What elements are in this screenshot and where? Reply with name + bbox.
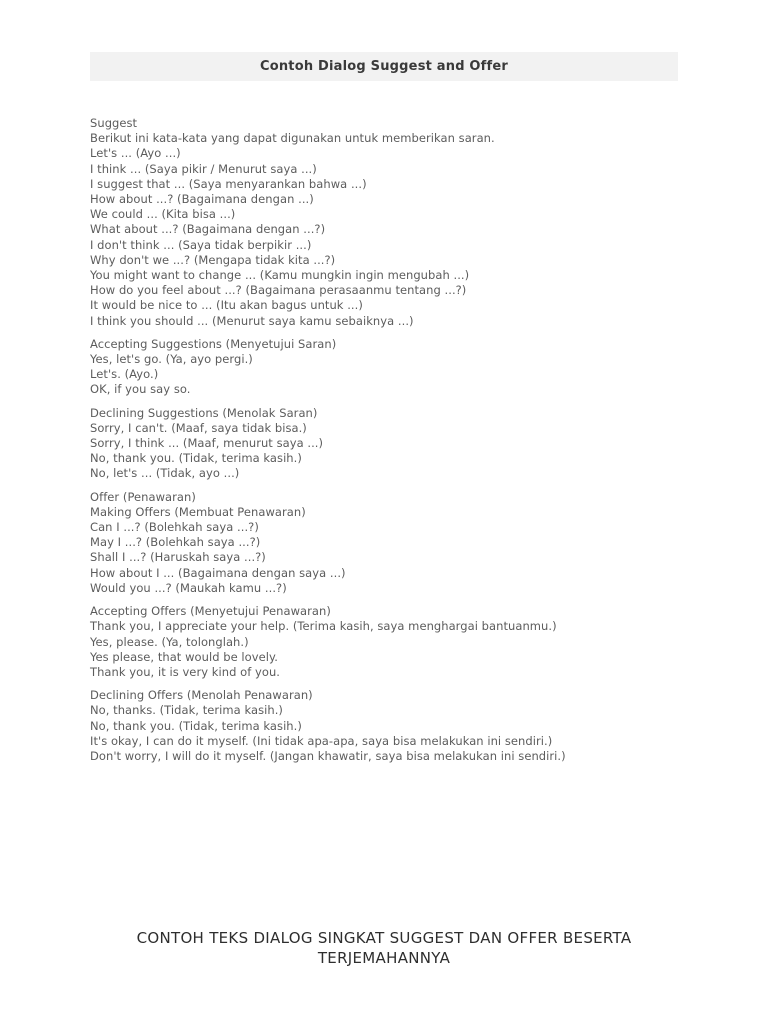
suggest-section: Suggest Berikut ini kata-kata yang dapat …	[90, 116, 690, 329]
section-heading: Declining Offers (Menolah Penawaran)	[90, 688, 313, 703]
text-line: Don't worry, I will do it myself. (Janga…	[90, 748, 566, 763]
text-line: Thank you, I appreciate your help. (Teri…	[90, 619, 557, 634]
accepting-suggestions-section: Accepting Suggestions (Menyetujui Saran)…	[90, 337, 690, 398]
text-line: No, thanks. (Tidak, terima kasih.)	[90, 703, 283, 718]
text-line: Let's ... (Ayo ...)	[90, 146, 181, 161]
text-line: How about I ... (Bagaimana dengan saya .…	[90, 565, 346, 580]
caption-line: CONTOH TEKS DIALOG SINGKAT SUGGEST DAN O…	[136, 929, 632, 947]
text-line: Would you ...? (Maukah kamu ...?)	[90, 580, 287, 595]
text-line: Yes, let's go. (Ya, ayo pergi.)	[90, 352, 253, 367]
section-heading: Accepting Offers (Menyetujui Penawaran)	[90, 604, 331, 619]
section-heading: Offer (Penawaran)	[90, 489, 196, 504]
document-page: Contoh Dialog Suggest and Offer Suggest B…	[0, 0, 768, 1024]
text-line: Let's. (Ayo.)	[90, 367, 159, 382]
offer-section: Offer (Penawaran) Making Offers (Membuat …	[90, 490, 690, 596]
text-line: It would be nice to ... (Itu akan bagus …	[90, 298, 363, 313]
caption-line: TERJEMAHANNYA	[317, 949, 451, 967]
declining-offers-section: Declining Offers (Menolah Penawaran) No, …	[90, 688, 690, 764]
text-line: I think you should ... (Menurut saya kam…	[90, 313, 414, 328]
text-line: How do you feel about ...? (Bagaimana pe…	[90, 283, 467, 298]
text-line: Why don't we ...? (Mengapa tidak kita ..…	[90, 252, 336, 267]
section-heading: Accepting Suggestions (Menyetujui Saran)	[90, 336, 337, 351]
text-line: What about ...? (Bagaimana dengan ...?)	[90, 222, 326, 237]
page-title: Contoh Dialog Suggest and Offer	[259, 59, 509, 74]
text-line: Berikut ini kata-kata yang dapat digunak…	[90, 131, 495, 146]
section-heading: Declining Suggestions (Menolak Saran)	[90, 405, 318, 420]
text-line: Can I ...? (Bolehkah saya ...?)	[90, 520, 259, 535]
document-caption: CONTOH TEKS DIALOG SINGKAT SUGGEST DAN O…	[90, 928, 678, 968]
text-line: Sorry, I think ... (Maaf, menurut saya .…	[90, 436, 324, 451]
text-line: I suggest that ... (Saya menyarankan bah…	[90, 176, 367, 191]
section-heading: Suggest	[90, 116, 138, 130]
accepting-offers-section: Accepting Offers (Menyetujui Penawaran) T…	[90, 604, 690, 680]
text-line: No, thank you. (Tidak, terima kasih.)	[90, 718, 302, 733]
text-line: No, thank you. (Tidak, terima kasih.)	[90, 451, 302, 466]
document-header-band: Contoh Dialog Suggest and Offer	[90, 52, 678, 81]
text-line: Sorry, I can't. (Maaf, saya tidak bisa.)	[90, 420, 307, 435]
text-line: OK, if you say so.	[90, 382, 191, 397]
text-line: May I ...? (Bolehkah saya ...?)	[90, 535, 261, 550]
text-line: No, let's ... (Tidak, ayo ...)	[90, 466, 240, 481]
text-line: It's okay, I can do it myself. (Ini tida…	[90, 733, 553, 748]
document-body: Suggest Berikut ini kata-kata yang dapat …	[90, 116, 690, 764]
text-line: Yes, please. (Ya, tolonglah.)	[90, 634, 249, 649]
text-line: I don't think ... (Saya tidak berpikir .…	[90, 237, 312, 252]
text-line: You might want to change ... (Kamu mungk…	[90, 268, 470, 283]
text-line: Yes please, that would be lovely.	[90, 649, 278, 664]
declining-suggestions-section: Declining Suggestions (Menolak Saran) Sor…	[90, 406, 690, 482]
text-line: Thank you, it is very kind of you.	[90, 664, 281, 679]
text-line: We could ... (Kita bisa ...)	[90, 207, 236, 222]
text-line: How about ...? (Bagaimana dengan ...)	[90, 192, 314, 207]
text-line: Making Offers (Membuat Penawaran)	[90, 504, 306, 519]
text-line: I think ... (Saya pikir / Menurut saya .…	[90, 161, 317, 176]
text-line: Shall I ...? (Haruskah saya ...?)	[90, 550, 266, 565]
